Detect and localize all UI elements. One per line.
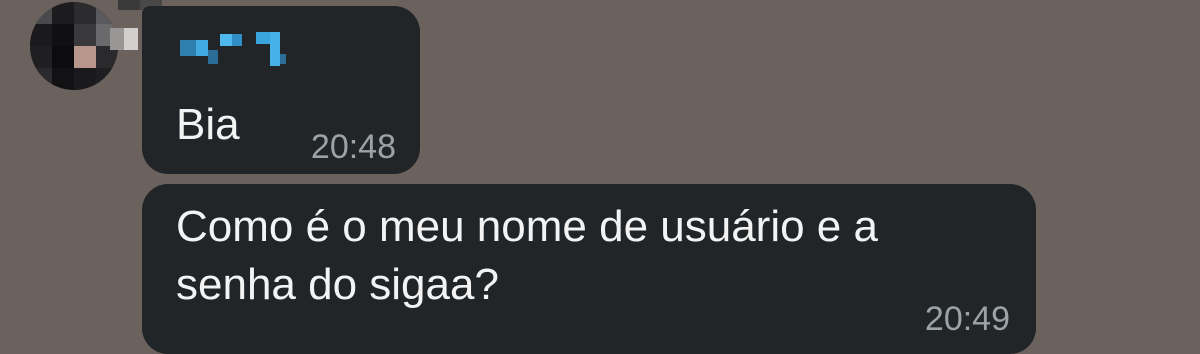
sender-avatar[interactable] [30,2,118,90]
message-text: Como é o meu nome de usuário e a senha d… [176,202,878,309]
message-timestamp: 20:49 [924,300,1010,338]
message-bubble[interactable]: Como é o meu nome de usuário e a senha d… [142,184,1036,354]
message-bubble[interactable]: Bia 20:48 [142,6,420,174]
message-text: Bia [176,100,240,149]
message-timestamp: 20:48 [310,128,396,166]
chat-area: Bia 20:48 Como é o meu nome de usuário e… [0,0,1200,354]
sender-name-redacted [180,28,300,78]
